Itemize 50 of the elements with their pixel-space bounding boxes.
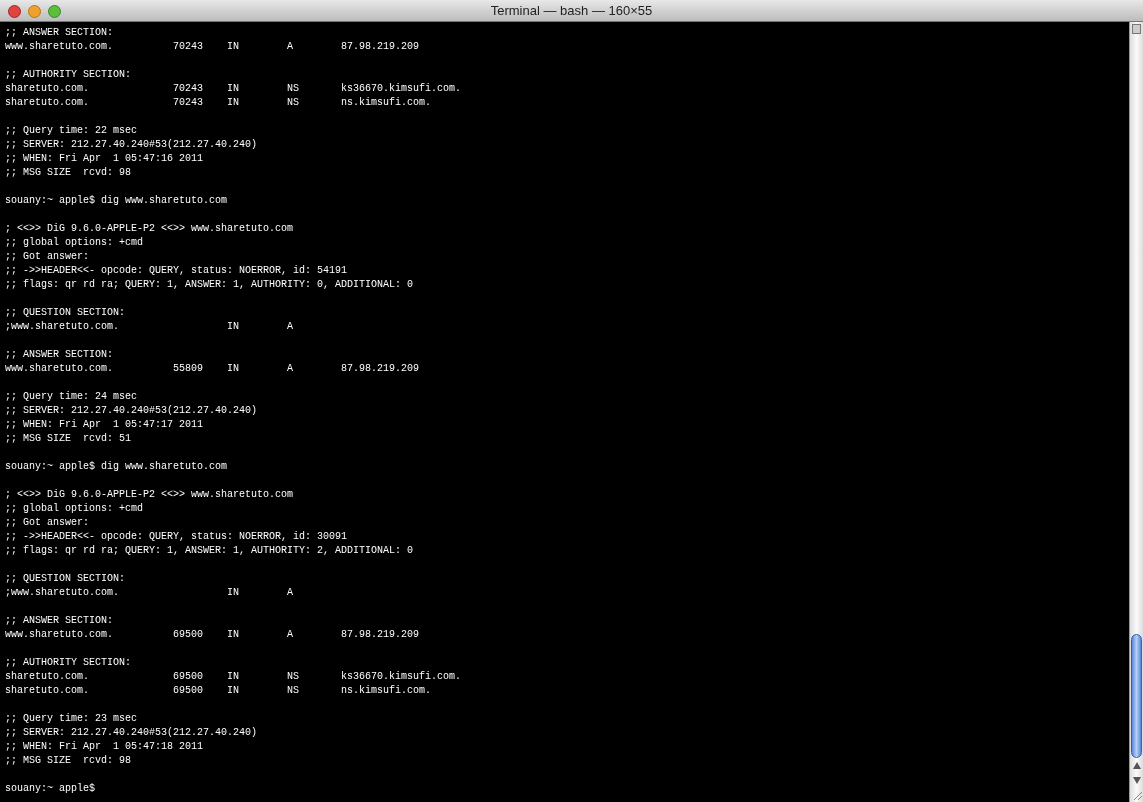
- scroll-bar[interactable]: [1129, 22, 1143, 802]
- terminal-line: ;; ->>HEADER<<- opcode: QUERY, status: NOERROR, id: 54191: [5, 264, 348, 278]
- terminal-line: ;; WHEN: Fri Apr 1 05:47:18 2011: [5, 740, 204, 754]
- scroll-up-icon[interactable]: [1132, 762, 1141, 769]
- terminal-line: ;; SERVER: 212.27.40.240#53(212.27.40.240): [5, 404, 258, 418]
- terminal-line: ;; Got answer:: [5, 250, 89, 264]
- terminal-line: sharetuto.com. 70243 IN NS ns.kimsufi.com.: [5, 96, 432, 110]
- terminal-line: ;; global options: +cmd: [5, 236, 144, 250]
- terminal-line: ;; WHEN: Fri Apr 1 05:47:16 2011: [5, 152, 204, 166]
- terminal-line: ; <<>> DiG 9.6.0-APPLE-P2 <<>> www.sharetuto.com: [5, 488, 294, 502]
- terminal-line: ;; QUESTION SECTION:: [5, 306, 126, 320]
- split-pane-icon[interactable]: [1132, 24, 1141, 34]
- terminal-line: ;; MSG SIZE rcvd: 98: [5, 754, 132, 768]
- terminal-line: www.sharetuto.com. 70243 IN A 87.98.219.209: [5, 40, 420, 54]
- terminal-line: sharetuto.com. 69500 IN NS ns.kimsufi.com.: [5, 684, 432, 698]
- terminal-line: sharetuto.com. 70243 IN NS ks36670.kimsufi.com.: [5, 82, 462, 96]
- scroll-down-icon[interactable]: [1132, 777, 1141, 784]
- terminal-line: ;www.sharetuto.com. IN A: [5, 320, 294, 334]
- terminal-line: ;; WHEN: Fri Apr 1 05:47:17 2011: [5, 418, 204, 432]
- terminal-line: ;; MSG SIZE rcvd: 98: [5, 166, 132, 180]
- terminal-line: ;; flags: qr rd ra; QUERY: 1, ANSWER: 1, AUTHORITY: 0, ADDITIONAL: 0: [5, 278, 414, 292]
- terminal-line: ;; ->>HEADER<<- opcode: QUERY, status: NOERROR, id: 30091: [5, 530, 348, 544]
- terminal-line: ;; ANSWER SECTION:: [5, 26, 114, 40]
- terminal-line: souany:~ apple$: [5, 782, 95, 796]
- minimize-button[interactable]: [28, 5, 41, 18]
- scroll-thumb[interactable]: [1131, 634, 1142, 758]
- terminal-line: ;; flags: qr rd ra; QUERY: 1, ANSWER: 1, AUTHORITY: 2, ADDITIONAL: 0: [5, 544, 414, 558]
- terminal-line: ;; QUESTION SECTION:: [5, 572, 126, 586]
- terminal-line: www.sharetuto.com. 55809 IN A 87.98.219.209: [5, 362, 420, 376]
- terminal-line: ;www.sharetuto.com. IN A: [5, 586, 294, 600]
- zoom-button[interactable]: [48, 5, 61, 18]
- terminal-line: ;; ANSWER SECTION:: [5, 348, 114, 362]
- terminal-line: sharetuto.com. 69500 IN NS ks36670.kimsufi.com.: [5, 670, 462, 684]
- terminal-line: souany:~ apple$ dig www.sharetuto.com: [5, 460, 228, 474]
- terminal-line: souany:~ apple$ dig www.sharetuto.com: [5, 194, 228, 208]
- close-button[interactable]: [8, 5, 21, 18]
- terminal-line: www.sharetuto.com. 69500 IN A 87.98.219.209: [5, 628, 420, 642]
- terminal-line: ;; ANSWER SECTION:: [5, 614, 114, 628]
- terminal-line: ;; global options: +cmd: [5, 502, 144, 516]
- terminal-line: ;; Query time: 24 msec: [5, 390, 138, 404]
- terminal-line: ;; MSG SIZE rcvd: 51: [5, 432, 132, 446]
- window-title: Terminal — bash — 160×55: [490, 1, 653, 20]
- terminal-line: ;; Query time: 23 msec: [5, 712, 138, 726]
- terminal-line: ;; AUTHORITY SECTION:: [5, 68, 132, 82]
- terminal-line: ;; SERVER: 212.27.40.240#53(212.27.40.240): [5, 138, 258, 152]
- terminal-line: ; <<>> DiG 9.6.0-APPLE-P2 <<>> www.sharetuto.com: [5, 222, 294, 236]
- terminal-line: ;; Got answer:: [5, 516, 89, 530]
- terminal-line: ;; AUTHORITY SECTION:: [5, 656, 132, 670]
- terminal-line: ;; Query time: 22 msec: [5, 124, 138, 138]
- terminal-line: ;; SERVER: 212.27.40.240#53(212.27.40.240): [5, 726, 258, 740]
